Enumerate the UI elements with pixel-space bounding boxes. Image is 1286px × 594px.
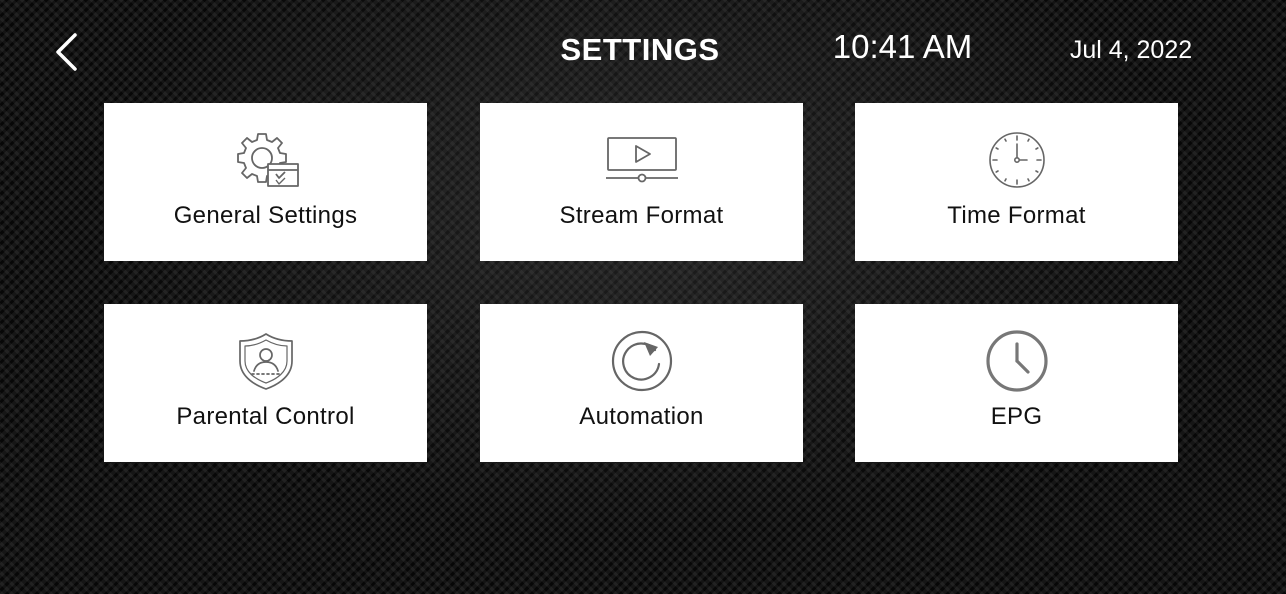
clock-time: 10:41 AM [832,28,973,65]
back-button[interactable] [44,28,88,76]
date-text: Jul 4, 2022 [1069,36,1193,64]
gear-window-icon [236,133,299,187]
parental-control-tile[interactable]: Parental Control [104,304,427,462]
video-player-icon [605,137,678,183]
shield-user-icon [238,333,293,390]
tile-label: EPG [990,403,1043,430]
page-title: SETTINGS [560,32,720,67]
epg-tile[interactable]: EPG [855,304,1178,462]
tile-label: Automation [579,403,704,430]
chevron-left-icon [56,33,77,71]
tile-label: Stream Format [559,202,724,229]
automation-tile[interactable]: Automation [480,304,803,462]
time-format-tile[interactable]: Time Format [855,103,1178,261]
tile-label: Parental Control [176,403,355,430]
clock-icon [985,330,1048,392]
refresh-icon [611,330,672,392]
tile-label: General Settings [173,202,358,229]
wall-clock-icon [988,132,1045,188]
tile-label: Time Format [947,202,1086,229]
stream-format-tile[interactable]: Stream Format [480,103,803,261]
general-settings-tile[interactable]: General Settings [104,103,427,261]
